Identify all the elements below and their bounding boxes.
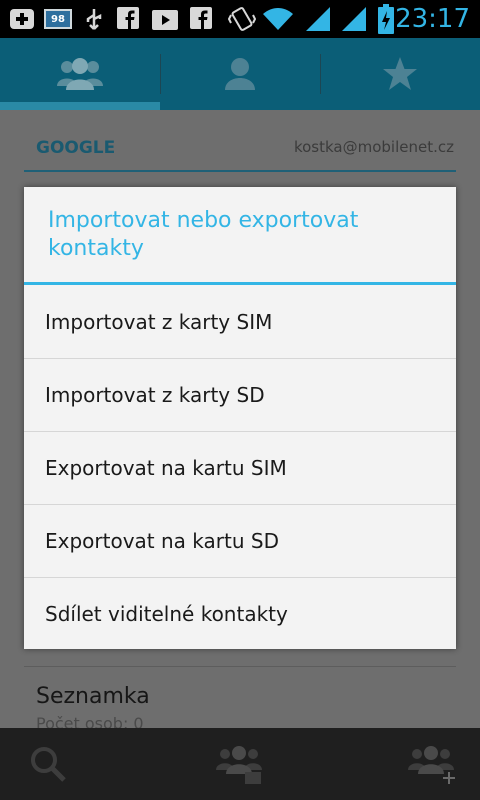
import-export-dialog: Importovat nebo exportovat kontakty Impo… <box>24 187 456 649</box>
account-header: GOOGLE kostka@mobilenet.cz <box>24 136 456 172</box>
usb-icon <box>86 9 102 30</box>
edit-group-icon <box>216 746 262 784</box>
search-icon <box>31 747 66 782</box>
group-name[interactable]: Seznamka <box>36 684 150 709</box>
tab-favorites[interactable] <box>320 38 480 110</box>
battery-charging-icon <box>378 4 394 34</box>
option-import-sim[interactable]: Importovat z karty SIM <box>24 286 456 358</box>
option-export-sd[interactable]: Exportovat na kartu SD <box>24 505 456 577</box>
option-export-sim[interactable]: Exportovat na kartu SIM <box>24 432 456 504</box>
signal-icon <box>306 7 330 31</box>
play-store-icon <box>152 10 178 30</box>
option-label: Exportovat na kartu SIM <box>45 456 287 480</box>
option-label: Importovat z karty SD <box>45 383 265 407</box>
account-email: kostka@mobilenet.cz <box>293 138 454 156</box>
tab-bar <box>0 38 480 110</box>
edit-group-button[interactable] <box>200 728 280 800</box>
signal-icon <box>342 7 366 31</box>
tab-groups[interactable] <box>0 38 160 110</box>
option-share-visible[interactable]: Sdílet viditelné kontakty <box>24 578 456 650</box>
status-bar: 98 23:17 <box>0 0 480 38</box>
contacts-group-icon <box>57 58 103 90</box>
list-divider <box>24 666 456 667</box>
selected-tab-indicator <box>0 102 160 110</box>
star-icon <box>383 57 417 90</box>
tab-all-contacts[interactable] <box>160 38 320 110</box>
notification-count: 98 <box>51 13 65 25</box>
bottom-action-bar <box>0 728 480 800</box>
vibrate-icon <box>228 7 256 31</box>
add-icon <box>10 9 34 29</box>
wifi-icon <box>263 8 293 30</box>
notification-badge-icon: 98 <box>44 9 72 29</box>
add-group-icon <box>408 746 455 784</box>
account-name: GOOGLE <box>36 138 116 158</box>
dialog-title: Importovat nebo exportovat kontakty <box>48 208 359 261</box>
facebook-icon <box>190 7 212 29</box>
option-label: Importovat z karty SIM <box>45 310 273 334</box>
option-label: Sdílet viditelné kontakty <box>45 602 288 626</box>
option-label: Exportovat na kartu SD <box>45 529 279 553</box>
option-import-sd[interactable]: Importovat z karty SD <box>24 359 456 431</box>
search-button[interactable] <box>8 728 88 800</box>
dialog-title-divider <box>24 282 456 285</box>
person-icon <box>225 58 255 90</box>
tab-indicator-track <box>160 102 480 110</box>
clock: 23:17 <box>395 4 470 34</box>
add-group-button[interactable] <box>392 728 472 800</box>
facebook-icon <box>117 7 139 29</box>
